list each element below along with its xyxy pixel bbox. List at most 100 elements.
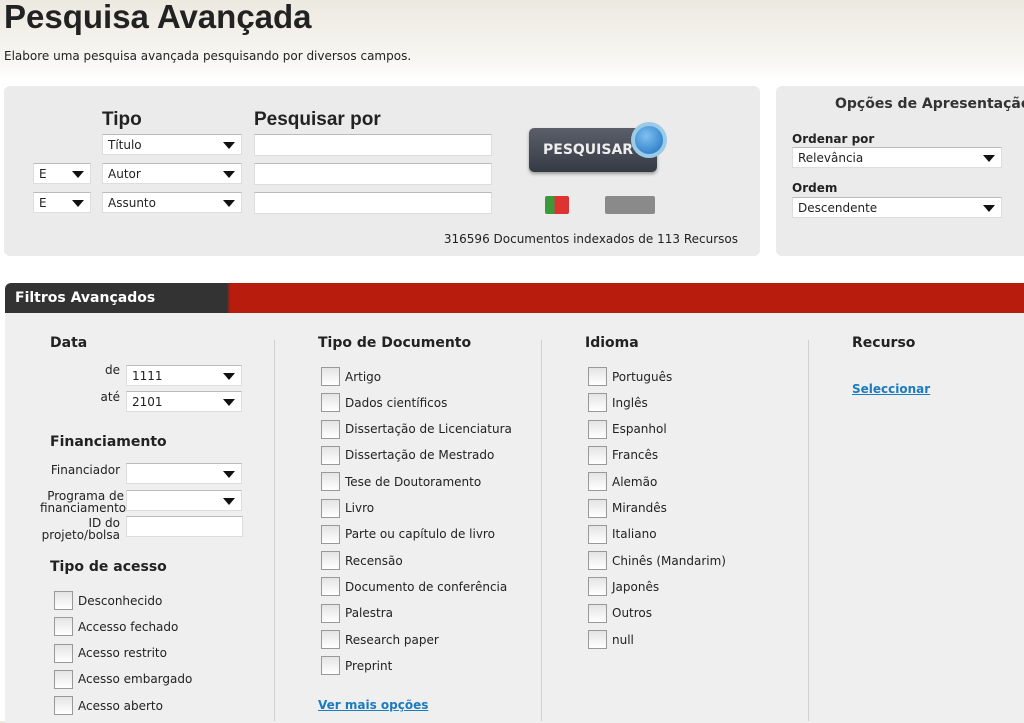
type-select-1[interactable]: Título [102, 134, 242, 155]
pesquisar-por-heading: Pesquisar por [254, 109, 381, 130]
checkbox-label: Alemão [612, 474, 658, 489]
financiador-label: Financiador [50, 463, 120, 477]
search-input-2[interactable] [254, 163, 492, 185]
checkbox[interactable] [321, 472, 340, 492]
checkbox[interactable] [321, 656, 340, 676]
filters-title: Filtros Avançados [15, 290, 156, 306]
checkbox-label: Accesso fechado [78, 619, 179, 634]
checkbox-item[interactable]: Tese de Doutoramento [321, 472, 481, 492]
operator-select-2[interactable]: E [33, 163, 91, 184]
checkbox-item[interactable]: Palestra [321, 603, 394, 623]
options-panel: Opções de Apresentação Ordenar por Relev… [776, 86, 1024, 256]
checkbox-item[interactable]: Dados científicos [321, 393, 448, 413]
checkbox-item[interactable]: Research paper [321, 630, 439, 649]
operator-select-3[interactable]: E [33, 192, 91, 213]
checkbox-item[interactable]: Mirandês [588, 498, 667, 518]
checkbox-item[interactable]: Artigo [321, 367, 381, 386]
accessibility-icon[interactable] [605, 196, 655, 214]
financiador-select[interactable] [126, 463, 242, 484]
checkbox-item[interactable]: Desconhecido [54, 591, 162, 610]
programa-select[interactable] [126, 490, 242, 511]
checkbox-item[interactable]: Livro [321, 498, 375, 518]
checkbox[interactable] [588, 551, 607, 571]
programa-label: Programa de financiamento [40, 489, 127, 515]
checkbox[interactable] [588, 498, 607, 518]
index-stats: 316596 Documentos indexados de 113 Recur… [443, 232, 738, 246]
checkbox-label: Japonês [612, 579, 660, 594]
checkbox-label: Livro [345, 501, 375, 515]
type-select-3[interactable]: Assunto [102, 192, 242, 213]
search-button[interactable]: PESQUISAR [529, 122, 667, 172]
checkbox-item[interactable]: Francês [588, 445, 658, 465]
checkbox[interactable] [588, 577, 607, 597]
checkbox-item[interactable]: Outros [588, 603, 652, 623]
date-to-select[interactable]: 2101 [126, 391, 242, 412]
checkbox-label: Dissertação de Licenciatura [345, 422, 512, 437]
checkbox[interactable] [588, 630, 607, 649]
ordenar-select[interactable]: Relevância [792, 147, 1002, 168]
checkbox[interactable] [54, 643, 73, 663]
checkbox-item[interactable]: Português [588, 367, 672, 386]
filters-bar: Filtros Avançados [5, 283, 1024, 313]
checkbox[interactable] [588, 445, 607, 465]
options-title: Opções de Apresentação [835, 96, 1024, 112]
checkbox-item[interactable]: Espanhol [588, 419, 667, 439]
checkbox-item[interactable]: Japonês [588, 577, 660, 597]
checkbox[interactable] [588, 472, 607, 492]
checkbox[interactable] [321, 445, 340, 465]
checkbox-item[interactable]: Alemão [588, 472, 658, 492]
search-input-1[interactable] [254, 134, 492, 156]
column-divider [808, 340, 809, 721]
checkbox-label: null [612, 632, 634, 647]
checkbox[interactable] [54, 696, 73, 716]
ver-mais-opcoes-link[interactable]: Ver mais opções [318, 698, 428, 712]
checkbox-label: Documento de conferência [345, 579, 508, 594]
checkbox-label: Espanhol [612, 422, 667, 437]
checkbox-item[interactable]: Parte ou capítulo de livro [321, 524, 495, 544]
checkbox-item[interactable]: Dissertação de Licenciatura [321, 419, 512, 439]
checkbox[interactable] [321, 393, 340, 413]
ordem-select[interactable]: Descendente [792, 197, 1002, 218]
checkbox[interactable] [321, 367, 340, 386]
checkbox[interactable] [321, 630, 340, 649]
checkbox-item[interactable]: Inglês [588, 393, 648, 413]
checkbox-item[interactable]: Acesso restrito [54, 643, 167, 663]
column-divider [274, 340, 275, 721]
checkbox[interactable] [54, 617, 73, 637]
id-projeto-input[interactable] [126, 516, 243, 537]
checkbox[interactable] [321, 551, 340, 571]
checkbox-item[interactable]: Accesso fechado [54, 617, 179, 637]
checkbox[interactable] [54, 669, 73, 689]
checkbox[interactable] [588, 603, 607, 623]
checkbox[interactable] [321, 524, 340, 544]
checkbox-item[interactable]: Acesso aberto [54, 696, 163, 716]
checkbox-label: Dados científicos [345, 395, 448, 410]
portugal-flag-icon[interactable] [545, 196, 569, 214]
search-input-3[interactable] [254, 192, 492, 214]
idioma-heading: Idioma [585, 335, 639, 351]
checkbox-item[interactable]: Documento de conferência [321, 577, 508, 597]
checkbox[interactable] [321, 603, 340, 623]
checkbox-item[interactable]: Chinês (Mandarim) [588, 551, 726, 571]
checkbox[interactable] [321, 577, 340, 597]
checkbox[interactable] [321, 498, 340, 518]
checkbox-item[interactable]: Acesso embargado [54, 669, 192, 689]
checkbox-item[interactable]: Dissertação de Mestrado [321, 445, 494, 465]
ordem-label: Ordem [792, 181, 838, 195]
checkbox-label: Palestra [345, 606, 394, 621]
checkbox[interactable] [321, 419, 340, 439]
date-from-select[interactable]: 1111 [126, 365, 242, 386]
seleccionar-link[interactable]: Seleccionar [852, 382, 930, 396]
checkbox-item[interactable]: null [588, 630, 634, 649]
checkbox-item[interactable]: Preprint [321, 656, 392, 676]
checkbox[interactable] [588, 524, 607, 544]
checkbox-item[interactable]: Italiano [588, 524, 657, 544]
checkbox[interactable] [588, 393, 607, 413]
checkbox-label: Acesso aberto [78, 698, 163, 713]
checkbox-item[interactable]: Recensão [321, 551, 403, 571]
checkbox-label: Chinês (Mandarim) [612, 553, 726, 568]
checkbox[interactable] [588, 419, 607, 439]
checkbox[interactable] [588, 367, 607, 386]
type-select-2[interactable]: Autor [102, 163, 242, 184]
checkbox[interactable] [54, 591, 73, 610]
